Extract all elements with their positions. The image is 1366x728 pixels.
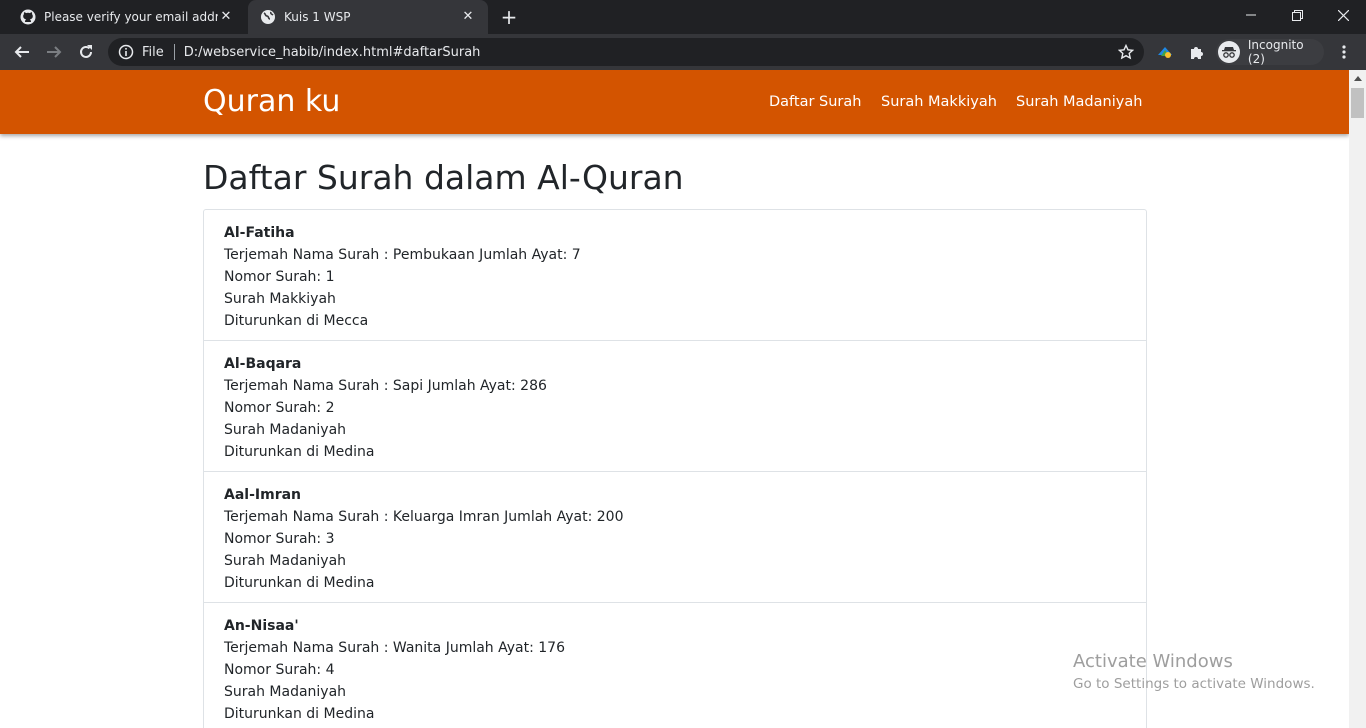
surah-type: Surah Makkiyah — [224, 291, 336, 307]
url-text[interactable]: D:/webservice_habib/index.html#daftarSur… — [184, 45, 481, 60]
surah-name: Al-Baqara — [224, 356, 302, 372]
surah-list: Al-Fatiha Terjemah Nama Surah : Pembukaa… — [203, 209, 1147, 728]
close-icon[interactable]: ✕ — [218, 9, 234, 25]
surah-name: An-Nisaa' — [224, 618, 299, 634]
extensions-puzzle-icon[interactable] — [1187, 42, 1207, 62]
reload-icon[interactable] — [74, 40, 98, 64]
surah-translation: Terjemah Nama Surah : Keluarga Imran Jum… — [224, 509, 624, 525]
incognito-label: Incognito (2) — [1247, 38, 1304, 66]
tab-title: Kuis 1 WSP — [284, 10, 351, 24]
url-scheme: File — [142, 44, 164, 60]
page-viewport: Quran ku Daftar Surah Surah Makkiyah Sur… — [0, 70, 1349, 728]
globe-icon — [260, 9, 276, 25]
surah-name: Aal-Imran — [224, 487, 302, 503]
close-icon[interactable]: ✕ — [460, 9, 476, 25]
info-icon[interactable] — [118, 44, 134, 60]
address-bar[interactable]: File D:/webservice_habib/index.html#daft… — [108, 38, 1144, 66]
nav-link-surah-makkiyah[interactable]: Surah Makkiyah — [881, 94, 997, 110]
tab-github[interactable]: Please verify your email address ✕ — [8, 0, 246, 34]
watermark-title: Activate Windows — [1073, 651, 1233, 672]
page-title: Daftar Surah dalam Al-Quran — [203, 158, 684, 197]
surah-type: Surah Madaniyah — [224, 422, 347, 438]
new-tab-icon[interactable]: + — [498, 6, 520, 28]
tab-kuis[interactable]: Kuis 1 WSP ✕ — [248, 0, 488, 34]
extension-icon[interactable] — [1155, 42, 1175, 62]
surah-translation: Terjemah Nama Surah : Pembukaan Jumlah A… — [224, 247, 581, 263]
surah-type: Surah Madaniyah — [224, 553, 347, 569]
nav-link-surah-madaniyah[interactable]: Surah Madaniyah — [1016, 94, 1142, 110]
surah-list-item: Al-Fatiha Terjemah Nama Surah : Pembukaa… — [204, 210, 1146, 341]
github-icon — [20, 9, 36, 25]
minimize-icon[interactable] — [1228, 0, 1274, 30]
back-arrow-icon[interactable] — [10, 40, 34, 64]
site-brand[interactable]: Quran ku — [203, 84, 340, 119]
scroll-up-arrow-icon[interactable] — [1349, 70, 1366, 87]
surah-number: Nomor Surah: 1 — [224, 269, 335, 285]
surah-number: Nomor Surah: 2 — [224, 400, 335, 416]
nav-link-daftar-surah[interactable]: Daftar Surah — [769, 94, 861, 110]
window-close-icon[interactable] — [1320, 0, 1366, 30]
surah-list-item: Al-Baqara Terjemah Nama Surah : Sapi Jum… — [204, 341, 1146, 472]
bookmark-star-icon[interactable] — [1117, 43, 1135, 60]
main-content: Daftar Surah dalam Al-Quran Al-Fatiha Te… — [203, 158, 1147, 728]
activation-watermark: Activate Windows Go to Settings to activ… — [1073, 651, 1315, 694]
surah-name: Al-Fatiha — [224, 225, 295, 241]
surah-list-item: Aal-Imran Terjemah Nama Surah : Keluarga… — [204, 472, 1146, 603]
scroll-thumb[interactable] — [1351, 88, 1364, 118]
incognito-badge[interactable]: Incognito (2) — [1216, 38, 1324, 66]
surah-number: Nomor Surah: 3 — [224, 531, 335, 547]
surah-revealed: Diturunkan di Medina — [224, 706, 375, 722]
restore-icon[interactable] — [1274, 0, 1320, 30]
incognito-icon — [1218, 41, 1240, 63]
site-navbar: Quran ku Daftar Surah Surah Makkiyah Sur… — [0, 70, 1349, 134]
surah-revealed: Diturunkan di Medina — [224, 444, 375, 460]
watermark-subtitle: Go to Settings to activate Windows. — [1073, 676, 1315, 692]
divider — [173, 44, 175, 60]
page-scrollbar[interactable] — [1349, 70, 1366, 728]
surah-translation: Terjemah Nama Surah : Sapi Jumlah Ayat: … — [224, 378, 547, 394]
tab-title: Please verify your email address — [44, 10, 218, 24]
more-menu-icon[interactable] — [1334, 42, 1354, 62]
surah-number: Nomor Surah: 4 — [224, 662, 335, 678]
surah-type: Surah Madaniyah — [224, 684, 347, 700]
surah-revealed: Diturunkan di Mecca — [224, 313, 369, 329]
forward-arrow-icon[interactable] — [42, 40, 66, 64]
surah-translation: Terjemah Nama Surah : Wanita Jumlah Ayat… — [224, 640, 565, 656]
surah-revealed: Diturunkan di Medina — [224, 575, 375, 591]
browser-toolbar: File D:/webservice_habib/index.html#daft… — [0, 34, 1366, 70]
surah-list-item: An-Nisaa' Terjemah Nama Surah : Wanita J… — [204, 603, 1146, 728]
tab-strip: Please verify your email address ✕ Kuis … — [0, 0, 1366, 34]
